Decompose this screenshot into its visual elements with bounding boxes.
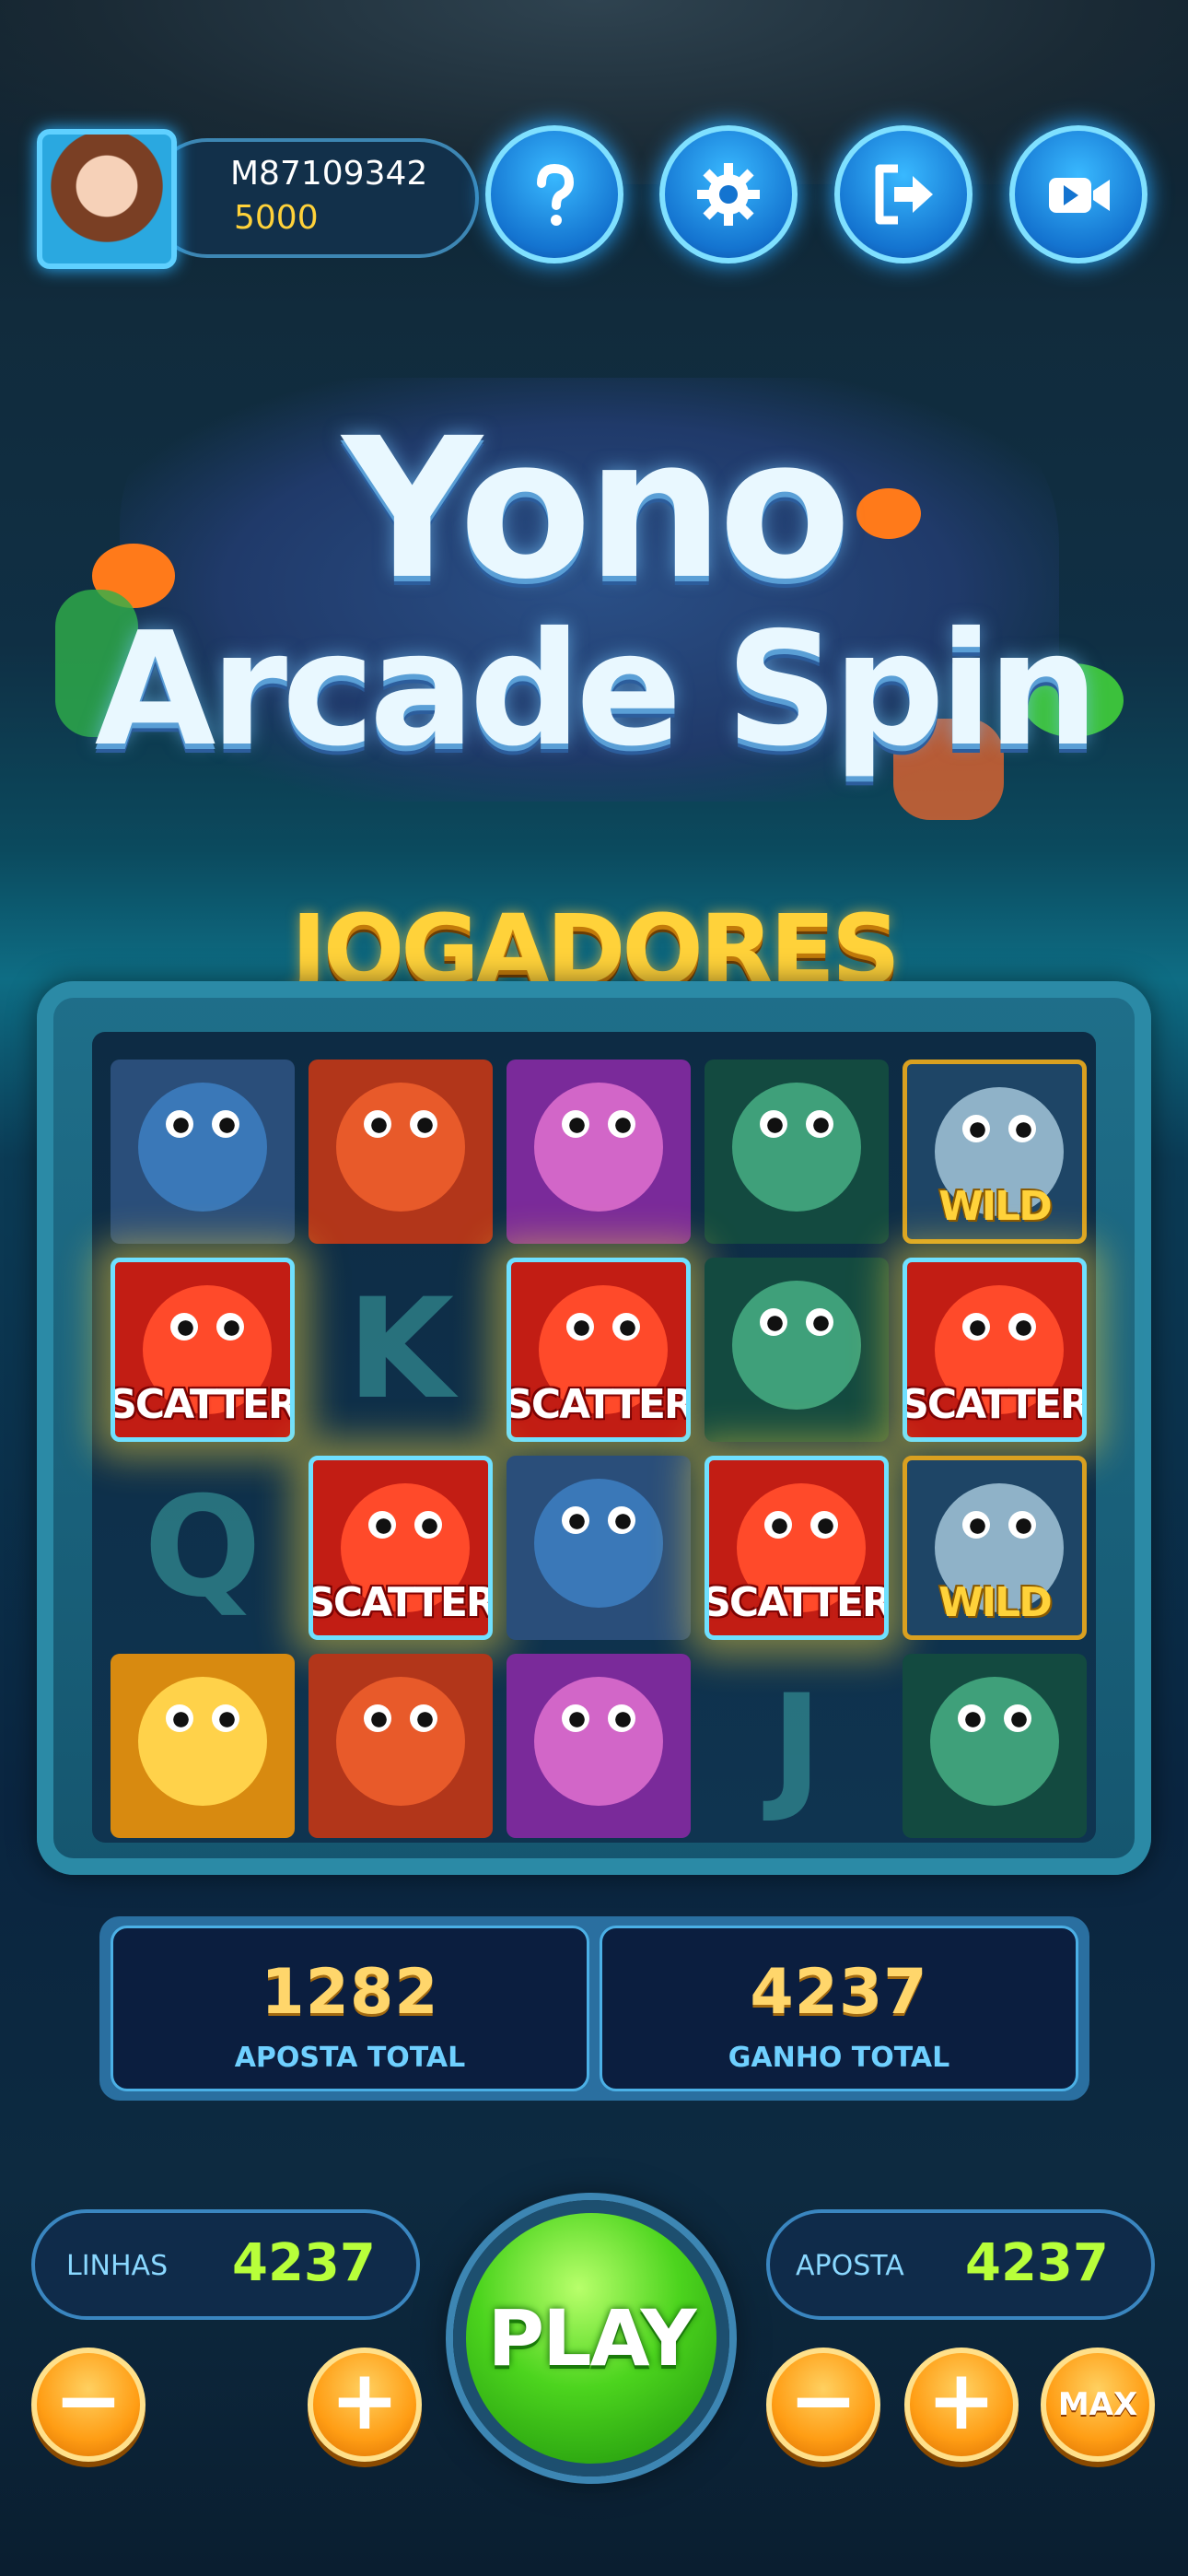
total-win-box: 4237 GANHO TOTAL xyxy=(600,1926,1078,2091)
player-id: M87109342 xyxy=(230,155,428,193)
reel-symbol-turtle xyxy=(705,1258,889,1442)
scatter-label: SCATTER xyxy=(309,1579,493,1626)
exit-button[interactable] xyxy=(834,125,973,263)
scatter-label: SCATTER xyxy=(111,1381,295,1428)
bet-value: 4237 xyxy=(965,2233,1109,2293)
question-icon xyxy=(537,163,575,226)
gear-icon xyxy=(697,163,760,226)
max-bet-button[interactable]: MAX xyxy=(1041,2348,1155,2462)
eyes-decoration xyxy=(166,1704,239,1732)
lines-display: LINHAS 4237 xyxy=(31,2209,420,2320)
reel-symbol-shark: WILD xyxy=(903,1456,1087,1640)
eyes-decoration xyxy=(170,1313,244,1341)
total-bet-value: 1282 xyxy=(261,1956,439,2029)
lines-value: 4237 xyxy=(232,2233,376,2293)
eyes-decoration xyxy=(364,1110,437,1138)
settings-button[interactable] xyxy=(659,125,798,263)
reel-symbol-piranha xyxy=(507,1456,691,1640)
letter-symbol: J xyxy=(771,1666,822,1826)
eyes-decoration xyxy=(368,1511,442,1539)
avatar[interactable] xyxy=(37,129,177,269)
turtle-icon xyxy=(732,1281,861,1410)
play-label: PLAY xyxy=(487,2293,697,2383)
total-win-label: GANHO TOTAL xyxy=(728,2042,950,2074)
bet-label: APOSTA xyxy=(796,2250,904,2282)
reel-symbol-purple-fish xyxy=(507,1060,691,1244)
reel-symbol-shark: WILD xyxy=(903,1060,1087,1244)
purple-fish-icon xyxy=(534,1677,663,1806)
help-button[interactable] xyxy=(485,125,623,263)
eyes-decoration xyxy=(562,1506,635,1534)
plus-icon: + xyxy=(926,2352,996,2449)
reel-symbol-turtle xyxy=(705,1060,889,1244)
scatter-label: SCATTER xyxy=(507,1381,691,1428)
eyes-decoration xyxy=(364,1704,437,1732)
video-camera-icon xyxy=(1049,178,1110,213)
reel-symbol-octopus xyxy=(309,1654,493,1838)
eyes-decoration xyxy=(562,1110,635,1138)
lines-plus-button[interactable]: + xyxy=(308,2348,422,2462)
lines-minus-button[interactable]: − xyxy=(31,2348,146,2462)
eyes-decoration xyxy=(962,1115,1036,1142)
purple-fish-icon xyxy=(534,1083,663,1212)
eyes-decoration xyxy=(760,1308,833,1336)
total-bet-box: 1282 APOSTA TOTAL xyxy=(111,1926,589,2091)
wild-label: WILD xyxy=(938,1579,1052,1626)
eyes-decoration xyxy=(566,1313,640,1341)
letter-symbol: Q xyxy=(144,1468,262,1628)
pufferfish-icon xyxy=(138,1677,267,1806)
player-balance: 5000 xyxy=(234,199,319,237)
player-profile[interactable]: M87109342 5000 xyxy=(37,129,479,269)
reel-symbol-crab: SCATTER xyxy=(309,1456,493,1640)
letter-symbol: K xyxy=(346,1270,455,1430)
reel-symbol-pufferfish xyxy=(111,1654,295,1838)
scatter-label: SCATTER xyxy=(903,1381,1087,1428)
eyes-decoration xyxy=(764,1511,838,1539)
logo-title-line2: Arcade Spin xyxy=(94,599,1100,781)
video-button[interactable] xyxy=(1009,125,1147,263)
reel-symbol-piranha xyxy=(111,1060,295,1244)
reel-symbol-octopus xyxy=(309,1060,493,1244)
max-label: MAX xyxy=(1057,2386,1138,2423)
bet-minus-button[interactable]: − xyxy=(766,2348,880,2462)
eyes-decoration xyxy=(962,1511,1036,1539)
wild-label: WILD xyxy=(938,1183,1052,1230)
turtle-icon xyxy=(930,1677,1059,1806)
reel-grid: WILD SCATTER K SCATTER SCATTER Q SCATTER SCATTE… xyxy=(92,1032,1096,1843)
eyes-decoration xyxy=(760,1110,833,1138)
total-win-value: 4237 xyxy=(750,1956,928,2029)
scatter-label: SCATTER xyxy=(705,1579,889,1626)
play-button[interactable]: PLAY xyxy=(453,2200,729,2476)
reel-symbol-crab: SCATTER xyxy=(111,1258,295,1442)
plus-icon: + xyxy=(330,2352,400,2449)
eyes-decoration xyxy=(962,1313,1036,1341)
reel-symbol-letter: J xyxy=(705,1654,889,1838)
bet-plus-button[interactable]: + xyxy=(904,2348,1019,2462)
reel-symbol-turtle xyxy=(903,1654,1087,1838)
reel-symbol-crab: SCATTER xyxy=(507,1258,691,1442)
reel-symbol-crab: SCATTER xyxy=(705,1456,889,1640)
total-bet-label: APOSTA TOTAL xyxy=(234,2042,466,2074)
lines-label: LINHAS xyxy=(66,2250,169,2282)
piranha-icon xyxy=(534,1479,663,1608)
eyes-decoration xyxy=(958,1704,1031,1732)
reel-symbol-letter: Q xyxy=(111,1456,295,1640)
logo-title-line1: Yono xyxy=(342,396,852,622)
reel-symbol-letter: K xyxy=(309,1258,493,1442)
octopus-icon xyxy=(336,1083,465,1212)
logout-icon xyxy=(875,164,933,225)
minus-icon: − xyxy=(53,2352,123,2449)
eyes-decoration xyxy=(166,1110,239,1138)
eyes-decoration xyxy=(562,1704,635,1732)
stats-panel: 1282 APOSTA TOTAL 4237 GANHO TOTAL xyxy=(99,1916,1089,2101)
octopus-icon xyxy=(336,1677,465,1806)
bet-display: APOSTA 4237 xyxy=(766,2209,1155,2320)
piranha-icon xyxy=(138,1083,267,1212)
turtle-icon xyxy=(732,1083,861,1212)
reel-symbol-purple-fish xyxy=(507,1654,691,1838)
minus-icon: − xyxy=(788,2352,858,2449)
reel-symbol-crab: SCATTER xyxy=(903,1258,1087,1442)
